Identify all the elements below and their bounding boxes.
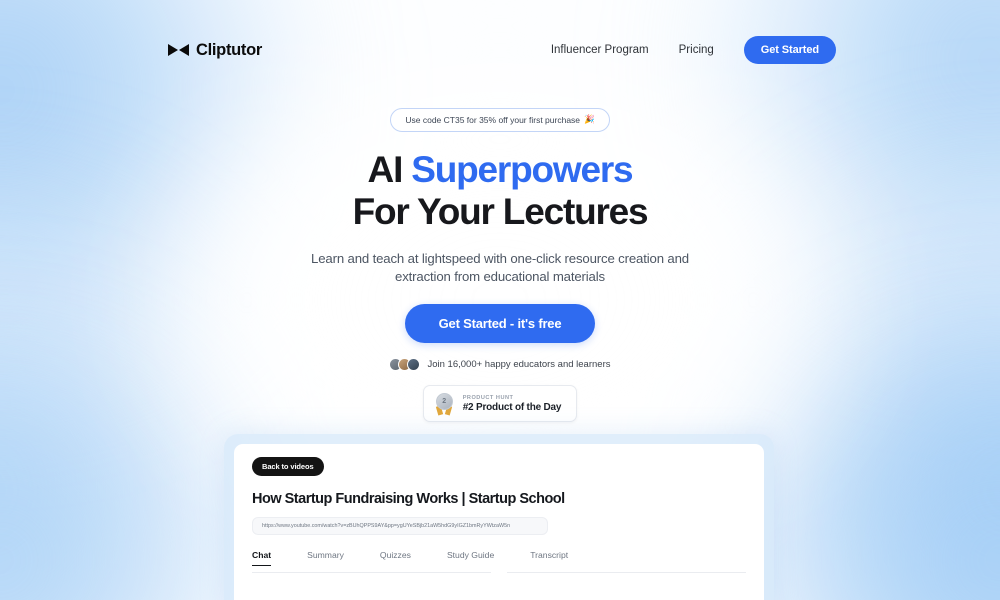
nav-link-influencer-program[interactable]: Influencer Program — [551, 44, 649, 56]
avatar-group — [389, 358, 421, 372]
medal-icon: 2 — [434, 393, 455, 416]
tab-summary[interactable]: Summary — [307, 550, 344, 566]
product-hunt-title: #2 Product of the Day — [462, 401, 562, 413]
site-header: Cliptutor Influencer Program Pricing Get… — [0, 0, 1000, 100]
header-get-started-button[interactable]: Get Started — [743, 36, 836, 64]
play-triangles-icon — [168, 44, 189, 56]
product-hunt-text: PRODUCT HUNT #2 Product of the Day — [463, 395, 562, 413]
preview-panes — [252, 572, 746, 600]
preview-pane-right — [507, 572, 746, 600]
main-nav: Influencer Program Pricing Get Started — [551, 36, 836, 64]
social-proof: Join 16,000+ happy educators and learner… — [389, 358, 611, 372]
tab-transcript[interactable]: Transcript — [530, 550, 568, 566]
hero-get-started-button[interactable]: Get Started - it's free — [404, 304, 596, 344]
preview-tabs: Chat Summary Quizzes Study Guide Transcr… — [252, 550, 746, 566]
headline-accent-word: Superpowers — [411, 149, 633, 190]
video-url-input[interactable]: https://www.youtube.com/watch?v=zBUhQPPS… — [252, 517, 548, 535]
page-title: AI Superpowers For Your Lectures — [352, 149, 649, 233]
app-preview-frame: Back to videos How Startup Fundraising W… — [224, 434, 774, 600]
product-hunt-badge[interactable]: 2 PRODUCT HUNT #2 Product of the Day — [422, 385, 578, 423]
tab-chat[interactable]: Chat — [252, 550, 272, 566]
nav-link-pricing[interactable]: Pricing — [679, 44, 714, 56]
headline-line2: For Your Lectures — [352, 191, 649, 233]
hero-section: Use code CT35 for 35% off your first pur… — [0, 100, 1000, 423]
promo-code-badge[interactable]: Use code CT35 for 35% off your first pur… — [390, 108, 610, 132]
product-hunt-kicker: PRODUCT HUNT — [462, 394, 514, 401]
headline-line1-prefix: AI — [367, 149, 412, 190]
party-popper-icon: 🎉 — [584, 114, 595, 124]
avatar — [407, 358, 421, 372]
brand-logo[interactable]: Cliptutor — [168, 41, 262, 60]
landing-page: Cliptutor Influencer Program Pricing Get… — [0, 0, 1000, 600]
social-proof-text: Join 16,000+ happy educators and learner… — [427, 359, 611, 371]
medal-rank: 2 — [435, 393, 453, 411]
app-preview-card: Back to videos How Startup Fundraising W… — [234, 444, 764, 600]
promo-code-text: Use code CT35 for 35% off your first pur… — [405, 114, 581, 125]
hero-subheadline: Learn and teach at lightspeed with one-c… — [311, 251, 689, 284]
tab-study-guide[interactable]: Study Guide — [447, 550, 494, 566]
video-title: How Startup Fundraising Works | Startup … — [252, 491, 565, 507]
back-to-videos-button[interactable]: Back to videos — [252, 457, 324, 476]
preview-pane-left — [252, 572, 491, 600]
tab-quizzes[interactable]: Quizzes — [380, 550, 411, 566]
brand-name: Cliptutor — [196, 40, 263, 59]
